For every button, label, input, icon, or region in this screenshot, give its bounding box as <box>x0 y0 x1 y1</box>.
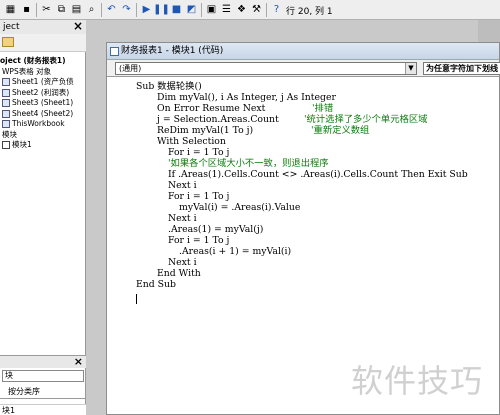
undo-icon[interactable]: ↶ <box>105 3 118 16</box>
module-icon <box>2 141 10 150</box>
workbook-icon <box>2 120 10 129</box>
close-icon[interactable]: × <box>74 356 83 368</box>
code-line: For i = 1 To j <box>168 147 230 158</box>
properties-tabs: 按分类序 <box>0 385 86 399</box>
cursor-position: 行 20, 列 1 <box>286 7 333 17</box>
procedure-dropdown[interactable]: 为任意字符加下划线 <box>423 62 500 75</box>
project-explorer-pane: ject × oject (财务报表1) WPS表格 对象 Sheet1 (资产… <box>0 20 86 415</box>
toolbox-icon[interactable]: ⚒ <box>250 3 263 16</box>
property-name-row[interactable]: 块1 <box>0 404 86 415</box>
reset-icon[interactable]: ■ <box>170 3 183 16</box>
tree-item-sheet3[interactable]: Sheet3 (Sheet1) <box>0 98 86 109</box>
code-line: Next i <box>168 257 197 268</box>
code-comment: '统计选择了多少个单元格区域 <box>304 114 428 125</box>
code-comment: '重新定义数组 <box>311 125 370 136</box>
break-icon[interactable]: ❚❚ <box>153 3 170 16</box>
run-icon[interactable]: ▶ <box>140 3 153 16</box>
properties-window-icon[interactable]: ☰ <box>220 3 233 16</box>
tab-categorized[interactable]: 按分类序 <box>8 386 40 398</box>
toggle-folders-icon[interactable] <box>2 37 14 47</box>
code-line: .Areas(i + 1) = myVal(i) <box>179 246 292 257</box>
code-line: For i = 1 To j <box>168 235 230 246</box>
code-comment: '排错 <box>312 103 334 114</box>
toolbar-separator <box>201 3 202 17</box>
object-dropdown[interactable]: (通用) ▼ <box>115 62 417 75</box>
tree-item-wps-objects[interactable]: WPS表格 对象 <box>0 67 86 78</box>
object-browser-icon[interactable]: ❖ <box>235 3 248 16</box>
properties-title: × <box>0 355 86 368</box>
save-icon[interactable]: ▪ <box>20 3 33 16</box>
chevron-down-icon[interactable]: ▼ <box>405 63 416 74</box>
toolbar-separator <box>266 3 267 17</box>
help-icon[interactable]: ? <box>270 3 283 16</box>
code-line: End With <box>157 268 201 279</box>
code-comment: '如果各个区域大小不一致，则退出程序 <box>168 158 329 169</box>
paste-icon[interactable]: ▤ <box>70 3 83 16</box>
copy-icon[interactable]: ⧉ <box>55 3 68 16</box>
cut-icon[interactable]: ✂ <box>40 3 53 16</box>
code-line: Sub 数据轮换() <box>136 81 202 92</box>
find-icon[interactable]: ⌕ <box>85 3 98 16</box>
code-line: Next i <box>168 180 197 191</box>
tree-item-project[interactable]: oject (财务报表1) <box>0 56 86 67</box>
tree-item-sheet4[interactable]: Sheet4 (Sheet2) <box>0 109 86 120</box>
code-window-title: 财务报表1 - 模块1 (代码) <box>107 43 499 60</box>
code-line: Next i <box>168 213 197 224</box>
sheet-icon <box>2 99 10 108</box>
sheet-icon <box>2 88 10 97</box>
project-explorer-icon[interactable]: ▣ <box>205 3 218 16</box>
code-line: On Error Resume Next <box>157 103 266 114</box>
standard-toolbar: ▦ ▪ ✂ ⧉ ▤ ⌕ ↶ ↷ ▶ ❚❚ ■ ◩ ▣ ☰ ❖ ⚒ ? 行 20,… <box>0 0 500 20</box>
tree-item-thisworkbook[interactable]: ThisWorkbook <box>0 119 86 130</box>
code-line: .Areas(1) = myVal(j) <box>168 224 264 235</box>
watermark: 软件技巧 <box>351 362 484 400</box>
tree-item-module1[interactable]: 模块1 <box>0 140 86 151</box>
code-line: Dim myVal(), i As Integer, j As Integer <box>157 92 336 103</box>
text-cursor <box>136 294 137 304</box>
redo-icon[interactable]: ↷ <box>120 3 133 16</box>
project-tree: oject (财务报表1) WPS表格 对象 Sheet1 (资产负债 Shee… <box>0 56 86 151</box>
code-line: For i = 1 To j <box>168 191 230 202</box>
sheet-icon <box>2 78 10 87</box>
toolbar-separator <box>101 3 102 17</box>
code-line: ReDim myVal(1 To j) <box>157 125 254 136</box>
code-line: End Sub <box>136 279 176 290</box>
code-line: With Selection <box>157 136 226 147</box>
code-line: If .Areas(1).Cells.Count <> .Areas(i).Ce… <box>168 169 468 180</box>
properties-object-combo[interactable]: 块 <box>2 370 84 382</box>
project-explorer-toolbar <box>0 34 86 52</box>
code-window-icon <box>110 47 119 56</box>
project-explorer-title: ject × <box>0 20 86 34</box>
design-mode-icon[interactable]: ◩ <box>185 3 198 16</box>
toolbar-separator <box>136 3 137 17</box>
close-icon[interactable]: × <box>73 20 83 32</box>
tree-item-modules-folder[interactable]: 模块 <box>0 130 86 141</box>
tree-item-sheet1[interactable]: Sheet1 (资产负债 <box>0 77 86 88</box>
code-line: myVal(i) = .Areas(i).Value <box>179 202 301 213</box>
code-line: j = Selection.Areas.Count <box>157 114 279 125</box>
tree-item-sheet2[interactable]: Sheet2 (利润表) <box>0 88 86 99</box>
view-excel-icon[interactable]: ▦ <box>4 3 17 16</box>
sheet-icon <box>2 109 10 118</box>
code-window-combos: (通用) ▼ 为任意字符加下划线 <box>107 60 500 77</box>
toolbar-separator <box>36 3 37 17</box>
